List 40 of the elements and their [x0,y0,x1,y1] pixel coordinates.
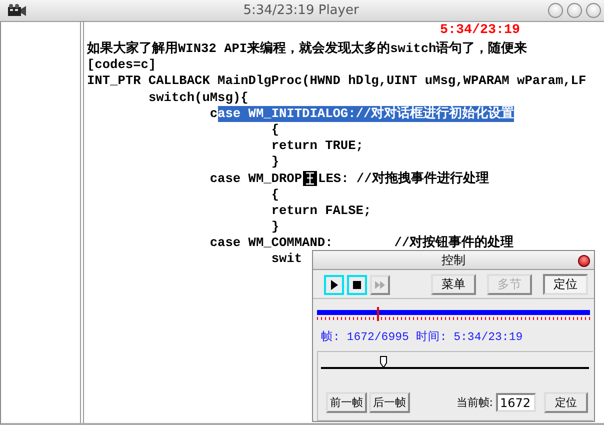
code-text: switch(uMsg){ [148,90,248,106]
close-button[interactable] [578,255,590,267]
window-title: 5:34/23:19 Player [243,3,359,18]
code-text: case WM_COMMAND: //对按钮事件的处理 [210,235,514,252]
code-text: return FALSE; [271,202,372,220]
progress-bar[interactable] [317,307,590,323]
code-text: { [271,186,279,203]
maximize-button[interactable] [567,3,582,18]
film-camera-icon [7,4,27,18]
code-text: swit [271,251,302,268]
dialog-title: 控制 [442,252,466,268]
current-frame-label: 当前帧: [456,395,493,410]
current-frame-field[interactable]: 1672 [496,393,536,412]
frame-info: 帧: 1672/6995 时间: 5:34/23:19 [321,330,524,345]
toolbar-button[interactable]: 定位 [543,274,588,295]
text-cursor-icon [303,171,318,186]
code-text: INT_PTR CALLBACK MainDlgProc(HWND hDlg,UINT uMsg,WPARAM wParam,LF [87,73,586,90]
next-frame-button[interactable]: 后一帧 [369,392,410,413]
stop-button[interactable] [347,274,367,294]
slider-thumb[interactable] [380,356,387,368]
code-text: c [210,106,218,122]
stop-icon [351,278,363,290]
time-overlay: 5:34/23:19 [440,23,520,40]
code-text: 如果大家了解用WIN32 API来编程，就会发现太多的switch语句了，随便来 [87,41,528,58]
code-text: return TRUE; [271,138,364,154]
code-text: } [271,154,279,171]
previous-frame-button[interactable]: 前一帧 [326,392,367,413]
go-button[interactable]: 定位 [544,392,588,413]
play-button[interactable] [324,274,344,294]
toolbar-button[interactable]: 菜单 [431,274,476,295]
minimize-button[interactable] [548,3,563,18]
code-text: { [271,122,279,138]
play-icon [328,278,340,290]
code-text: [codes=c] [87,57,156,74]
code-text: LES: //对拖拽事件进行处理 [318,170,489,187]
code-text: } [271,219,279,236]
position-marker[interactable] [377,307,380,321]
selected-text: ase WM_INITDIALOG://对对话框进行初始化设置 [218,106,514,122]
code-text: case WM_DROP [210,170,302,187]
fast-forward-icon [374,278,386,290]
